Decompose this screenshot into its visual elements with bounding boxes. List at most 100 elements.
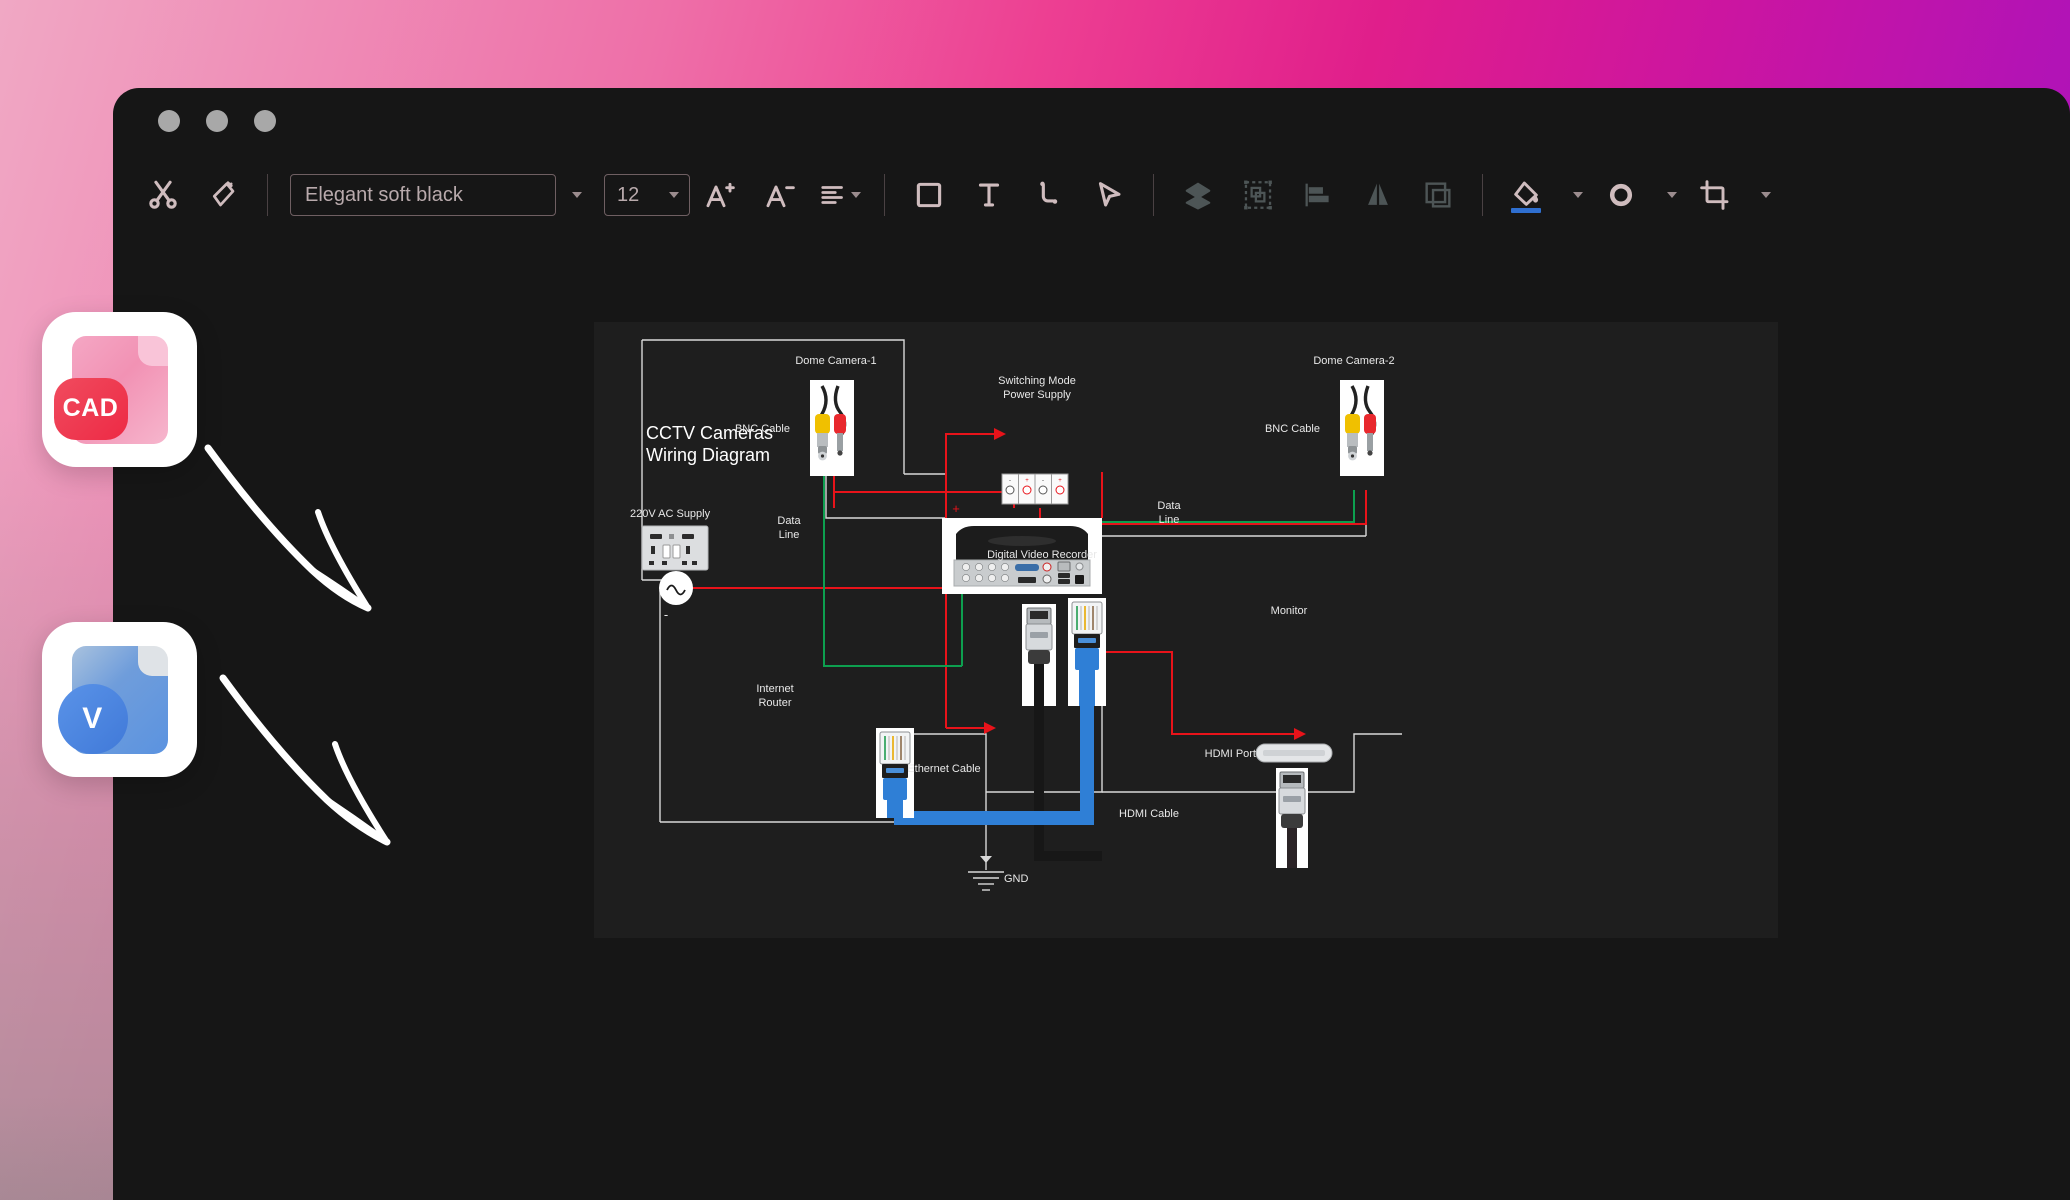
circle-outline-icon (1609, 183, 1633, 207)
fill-color-button[interactable] (1497, 165, 1557, 225)
align-text-button[interactable] (810, 165, 870, 225)
line-color-dropdown-button[interactable] (1659, 180, 1685, 210)
font-size-value: 12 (617, 183, 640, 206)
app-window: Elegant soft black 12 - + - + CCTV Camer… (113, 88, 2070, 1200)
visio-file-icon: V (57, 645, 168, 754)
toolbar-divider-3 (1153, 174, 1154, 216)
cad-file-card[interactable]: CAD (42, 312, 197, 467)
chevron-down-icon (572, 192, 582, 198)
flip-button[interactable] (1348, 165, 1408, 225)
connector-icon (1040, 181, 1058, 204)
pointer-button[interactable] (1079, 165, 1139, 225)
scissors-icon (149, 180, 177, 209)
canvas-area[interactable]: - + - + CCTV Cameras Wiring Diagram Dome… (113, 238, 2070, 1200)
chevron-down-icon (1573, 192, 1583, 198)
ethernet-connector-dvr (1068, 598, 1106, 706)
hdmi-connector-center (1022, 604, 1056, 706)
label-switching-mode-power-supply: Switching Mode Power Supply (998, 375, 1076, 401)
bring-forward-icon (1425, 182, 1451, 208)
minimize-button[interactable] (206, 110, 228, 132)
layers-button[interactable] (1168, 165, 1228, 225)
chevron-down-icon[interactable] (851, 192, 861, 198)
pointer-icon (1098, 182, 1121, 207)
line-color-button[interactable] (1591, 165, 1651, 225)
connector-button[interactable] (1019, 165, 1079, 225)
label-data-line-1: Data Line (777, 515, 801, 541)
label-polarity-plus: + (952, 501, 960, 516)
close-button[interactable] (158, 110, 180, 132)
layers-icon (1185, 182, 1211, 210)
crop-icon (1700, 180, 1729, 210)
cut-button[interactable] (133, 165, 193, 225)
power-supply-terminal-block: - + - + (1001, 473, 1069, 505)
bnc-cable-image-1 (810, 380, 854, 476)
shape-button[interactable] (899, 165, 959, 225)
toolbar-divider-1 (267, 174, 268, 216)
ac-supply-socket (641, 525, 709, 571)
crop-dropdown-button[interactable] (1753, 180, 1779, 210)
group-button[interactable] (1228, 165, 1288, 225)
chevron-down-icon (1761, 192, 1771, 198)
toolbar: Elegant soft black 12 (113, 152, 2070, 238)
label-hdmi-cable: HDMI Cable (1119, 808, 1179, 820)
cctv-wiring-diagram: - + - + (641, 339, 1402, 891)
font-name-value: Elegant soft black (305, 183, 463, 206)
font-name-dropdown-button[interactable] (564, 180, 590, 210)
label-digital-video-recorder: Digital Video Recorder (987, 549, 1097, 561)
align-objects-button[interactable] (1288, 165, 1348, 225)
svg-text:+: + (1058, 478, 1062, 484)
font-size-input[interactable]: 12 (604, 174, 690, 216)
toolbar-divider-4 (1482, 174, 1483, 216)
fill-color-dropdown-button[interactable] (1565, 180, 1591, 210)
ac-source-symbol (659, 571, 693, 605)
maximize-button[interactable] (254, 110, 276, 132)
group-icon (1244, 180, 1272, 210)
chevron-down-icon[interactable] (669, 192, 679, 198)
label-bnc-cable-2: BNC Cable (1264, 423, 1320, 435)
label-hdmi-port: HDMI Port (1204, 748, 1256, 760)
ground-symbol (968, 856, 1004, 891)
align-objects-icon (1305, 183, 1329, 207)
document-fold (137, 645, 168, 676)
label-dome-camera-2: Dome Camera-2 (1313, 355, 1395, 367)
bnc-cable-image-2 (1340, 380, 1384, 476)
fill-color-swatch (1511, 208, 1541, 213)
label-220v-ac-supply: 220V AC Supply (630, 508, 711, 520)
cad-file-icon: CAD (53, 335, 168, 444)
document-fold (137, 335, 168, 366)
cad-badge: CAD (53, 377, 128, 440)
paint-bucket-icon (1514, 181, 1539, 206)
flip-horizontal-icon (1368, 183, 1388, 205)
label-data-line-2: Data Line (1157, 500, 1181, 526)
increase-font-icon (706, 182, 735, 208)
label-dome-camera-1: Dome Camera-1 (795, 355, 877, 367)
hdmi-port (1255, 743, 1333, 763)
svg-text:+: + (1025, 478, 1029, 484)
decrease-font-size-button[interactable] (750, 165, 810, 225)
text-icon (978, 183, 1000, 207)
crop-button[interactable] (1685, 165, 1745, 225)
svg-text:-: - (1009, 478, 1011, 484)
hdmi-connector-monitor (1276, 768, 1308, 868)
chevron-down-icon (1667, 192, 1677, 198)
window-controls[interactable] (158, 110, 276, 132)
rectangle-icon (916, 182, 942, 208)
format-painter-icon (212, 181, 235, 207)
visio-file-card[interactable]: V (42, 622, 197, 777)
svg-text:-: - (1042, 478, 1044, 484)
title-bar (113, 88, 2070, 152)
diagram-page[interactable]: - + - + CCTV Cameras Wiring Diagram Dome… (594, 322, 1778, 938)
label-gnd: GND (1004, 873, 1029, 885)
format-painter-button[interactable] (193, 165, 253, 225)
arrange-button[interactable] (1408, 165, 1468, 225)
visio-badge: V (57, 683, 128, 754)
text-box-button[interactable] (959, 165, 1019, 225)
font-name-input[interactable]: Elegant soft black (290, 174, 556, 216)
label-ethernet-cable: Ethernet Cable (907, 763, 981, 775)
label-internet-router: Internet Router (756, 683, 794, 709)
increase-font-size-button[interactable] (690, 165, 750, 225)
label-monitor: Monitor (1270, 605, 1308, 617)
label-bnc-cable-1: BNC Cable (734, 423, 790, 435)
label-polarity-minus: - (663, 607, 669, 622)
decrease-font-icon (766, 185, 795, 208)
